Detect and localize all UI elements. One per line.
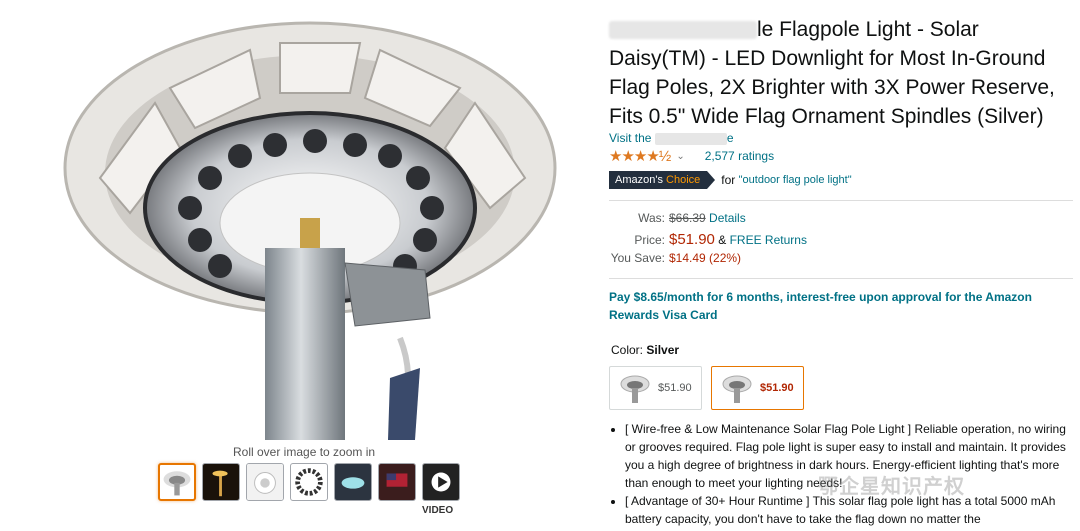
choice-keyword-link[interactable]: "outdoor flag pole light" xyxy=(739,174,852,186)
image-gallery: Roll over image to zoom in VIDEO xyxy=(0,0,600,531)
divider xyxy=(609,200,1073,201)
thumbnail-strip xyxy=(158,463,460,501)
thumbnail-4[interactable] xyxy=(290,463,328,501)
main-product-image[interactable] xyxy=(60,8,580,440)
product-title: le Flagpole Light - Solar Daisy(TM) - LE… xyxy=(609,18,1055,128)
chevron-down-icon[interactable]: ⌄ xyxy=(676,151,684,162)
option-thumbnail-icon xyxy=(620,375,650,403)
color-swatches: $51.90 $51.90 xyxy=(609,366,804,410)
payment-offer-link[interactable]: Pay $8.65/month for 6 months, interest-f… xyxy=(609,288,1074,324)
amazons-choice-badge: Amazon's Choice xyxy=(609,171,716,189)
thumbnail-6[interactable] xyxy=(378,463,416,501)
thumbnail-5[interactable] xyxy=(334,463,372,501)
thumbnail-video[interactable] xyxy=(422,463,460,501)
brand-store-link[interactable]: Visit the e xyxy=(609,131,734,145)
color-selector-label: Color: Silver xyxy=(611,343,680,357)
color-option-2-selected[interactable]: $51.90 xyxy=(711,366,804,410)
save-amount: $14.49 (22%) xyxy=(669,251,742,265)
thumbnail-1[interactable] xyxy=(158,463,196,501)
price-label: Price: xyxy=(634,233,665,247)
amazons-choice-row: Amazon's Choice for "outdoor flag pole l… xyxy=(609,171,852,189)
thumbnail-2[interactable] xyxy=(202,463,240,501)
price-block: Was: $66.39 Details Price: $51.90 & FREE… xyxy=(609,211,807,271)
ratings-count-link[interactable]: 2,577 ratings xyxy=(705,149,774,163)
redacted-store xyxy=(654,132,727,145)
ampersand: & xyxy=(718,233,727,247)
feature-bullets: [ Wire-free & Low Maintenance Solar Flag… xyxy=(609,420,1074,528)
video-label: VIDEO xyxy=(422,505,454,516)
color-option-1[interactable]: $51.90 xyxy=(609,366,702,410)
current-price: $51.90 xyxy=(669,231,715,248)
rating-row: ★★★★½ ⌄ 2,577 ratings xyxy=(609,147,774,165)
divider xyxy=(609,278,1073,279)
for-text: for xyxy=(721,173,736,187)
save-label: You Save: xyxy=(610,251,665,265)
redacted-brand xyxy=(609,21,757,40)
was-label: Was: xyxy=(638,211,665,225)
zoom-hint: Roll over image to zoom in xyxy=(233,445,376,459)
free-returns-link[interactable]: FREE Returns xyxy=(730,233,807,247)
thumbnail-3[interactable] xyxy=(246,463,284,501)
feature-bullet: [ Wire-free & Low Maintenance Solar Flag… xyxy=(625,420,1074,492)
product-details: le Flagpole Light - Solar Daisy(TM) - LE… xyxy=(609,0,1074,531)
details-link[interactable]: Details xyxy=(709,211,746,225)
option-thumbnail-icon xyxy=(722,375,752,403)
feature-bullet: [ Advantage of 30+ Hour Runtime ] This s… xyxy=(625,492,1074,528)
was-price: $66.39 xyxy=(669,211,706,225)
star-rating-icon[interactable]: ★★★★½ xyxy=(609,147,671,165)
